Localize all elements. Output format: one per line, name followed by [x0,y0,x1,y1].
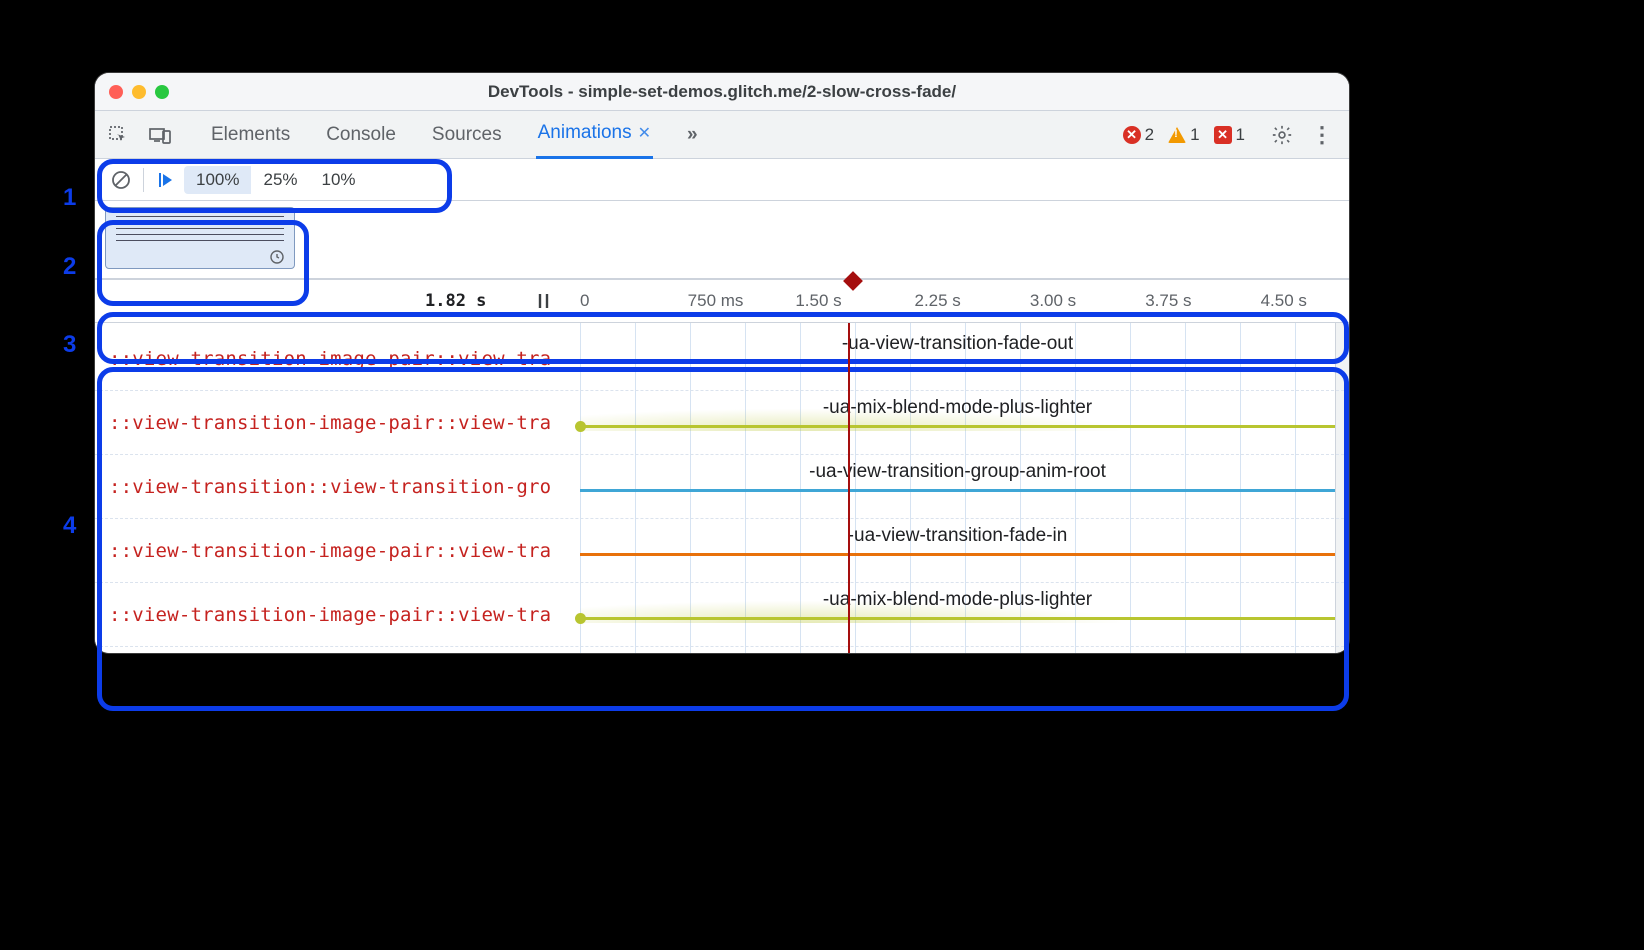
ruler-ticks: 0 750 ms 1.50 s 2.25 s 3.00 s 3.75 s 4.50 s [580,280,1349,322]
tab-label: Console [326,124,396,146]
window-titlebar: DevTools - simple-set-demos.glitch.me/2-… [95,73,1349,111]
annotation-label-3: 3 [63,331,76,359]
annotation-label-2: 2 [63,253,76,281]
tab-console[interactable]: Console [324,111,398,159]
tab-sources[interactable]: Sources [430,111,504,159]
annotation-label-4: 4 [63,512,76,540]
tab-elements[interactable]: Elements [209,111,292,159]
warning-count: 1 [1190,125,1199,145]
annotation-label-1: 1 [63,184,76,212]
tab-overflow-button[interactable]: » [685,111,700,159]
animation-selector-label: ::view-transition::view-transition-gro [95,476,580,498]
window-controls [109,85,169,99]
devtools-window: DevTools - simple-set-demos.glitch.me/2-… [95,73,1349,653]
play-pause-icon[interactable] [152,166,180,194]
zoom-window-button[interactable] [155,85,169,99]
breakpoints-badge[interactable]: ✕1 [1214,125,1245,145]
animation-bar[interactable] [580,617,1335,620]
settings-icon[interactable] [1271,124,1293,146]
tabs-container: Elements Console Sources Animations ✕ » [209,111,700,159]
device-toolbar-icon[interactable] [143,118,177,152]
animation-bar[interactable] [580,489,1335,492]
playback-speed-group: 100% 25% 10% [184,166,368,194]
animation-bar[interactable] [580,425,1335,428]
stage: DevTools - simple-set-demos.glitch.me/2-… [0,0,1644,950]
clock-icon [270,250,284,264]
devtools-tab-strip: Elements Console Sources Animations ✕ » … [95,111,1349,159]
error-icon: ✕ [1123,126,1141,144]
error-count: 2 [1145,125,1154,145]
animation-row[interactable]: ::view-transition-image-pair::view-tra-u… [95,327,1349,391]
animation-track[interactable]: -ua-view-transition-fade-in [580,519,1335,582]
status-indicators: ✕2 1 ✕1 ⋮ [1123,122,1333,148]
animation-name-label: -ua-view-transition-fade-out [580,333,1335,355]
animation-name-label: -ua-view-transition-fade-in [580,525,1335,547]
minimize-window-button[interactable] [132,85,146,99]
animation-row[interactable]: ::view-transition-image-pair::view-tra-u… [95,583,1349,647]
animation-groups-strip [95,201,1349,279]
errors-badge[interactable]: ✕2 [1123,125,1154,145]
tick-label: 750 ms [688,291,744,311]
speed-25-button[interactable]: 25% [251,166,309,194]
tick-label: 0 [580,291,589,311]
window-title: DevTools - simple-set-demos.glitch.me/2-… [95,82,1349,102]
animation-rows-area: ::view-transition-image-pair::view-tra-u… [95,323,1349,653]
playhead-line[interactable] [848,323,850,653]
animation-track[interactable]: -ua-mix-blend-mode-plus-lighter [580,391,1335,454]
animation-row[interactable]: ::view-transition::view-transition-gro-u… [95,455,1349,519]
tab-label: Sources [432,124,502,146]
warnings-badge[interactable]: 1 [1168,125,1199,145]
tick-label: 3.75 s [1145,291,1191,311]
divider [143,168,144,192]
speed-10-button[interactable]: 10% [310,166,368,194]
tick-label: 3.00 s [1030,291,1076,311]
tab-label: Animations [538,122,632,144]
tab-label: Elements [211,124,290,146]
close-tab-icon[interactable]: ✕ [638,123,651,143]
animation-selector-label: ::view-transition-image-pair::view-tra [95,412,580,434]
current-time-label: 1.82 s [425,291,486,311]
animation-selector-label: ::view-transition-image-pair::view-tra [95,348,580,370]
animation-name-label: -ua-view-transition-group-anim-root [580,461,1335,483]
tick-label: 2.25 s [915,291,961,311]
breakpoint-count: 1 [1236,125,1245,145]
breakpoint-icon: ✕ [1214,126,1232,144]
animation-name-label: -ua-mix-blend-mode-plus-lighter [580,589,1335,611]
animation-selector-label: ::view-transition-image-pair::view-tra [95,604,580,626]
inspect-element-icon[interactable] [101,118,135,152]
animations-toolbar: 100% 25% 10% [95,159,1349,201]
animation-group-card[interactable] [105,207,295,269]
animation-bar[interactable] [580,553,1335,556]
tick-label: 1.50 s [795,291,841,311]
pause-icon[interactable] [535,292,553,310]
speed-100-button[interactable]: 100% [184,166,251,194]
animation-row[interactable]: ::view-transition-image-pair::view-tra-u… [95,519,1349,583]
animation-bar[interactable] [580,361,1335,364]
animation-row[interactable]: ::view-transition-image-pair::view-tra-u… [95,391,1349,455]
animation-selector-label: ::view-transition-image-pair::view-tra [95,540,580,562]
animation-name-label: -ua-mix-blend-mode-plus-lighter [580,397,1335,419]
warning-icon [1168,127,1186,143]
tab-animations[interactable]: Animations ✕ [536,111,653,159]
animation-track[interactable]: -ua-mix-blend-mode-plus-lighter [580,583,1335,646]
close-window-button[interactable] [109,85,123,99]
animation-track[interactable]: -ua-view-transition-group-anim-root [580,455,1335,518]
tick-label: 4.50 s [1261,291,1307,311]
group-preview-lines [116,216,284,241]
clear-icon[interactable] [107,166,135,194]
timeline-ruler[interactable]: 1.82 s 0 750 ms 1.50 s 2.25 s 3.00 s 3.75 s 4.… [95,279,1349,323]
more-menu-icon[interactable]: ⋮ [1311,122,1333,148]
animation-track[interactable]: -ua-view-transition-fade-out [580,327,1335,390]
